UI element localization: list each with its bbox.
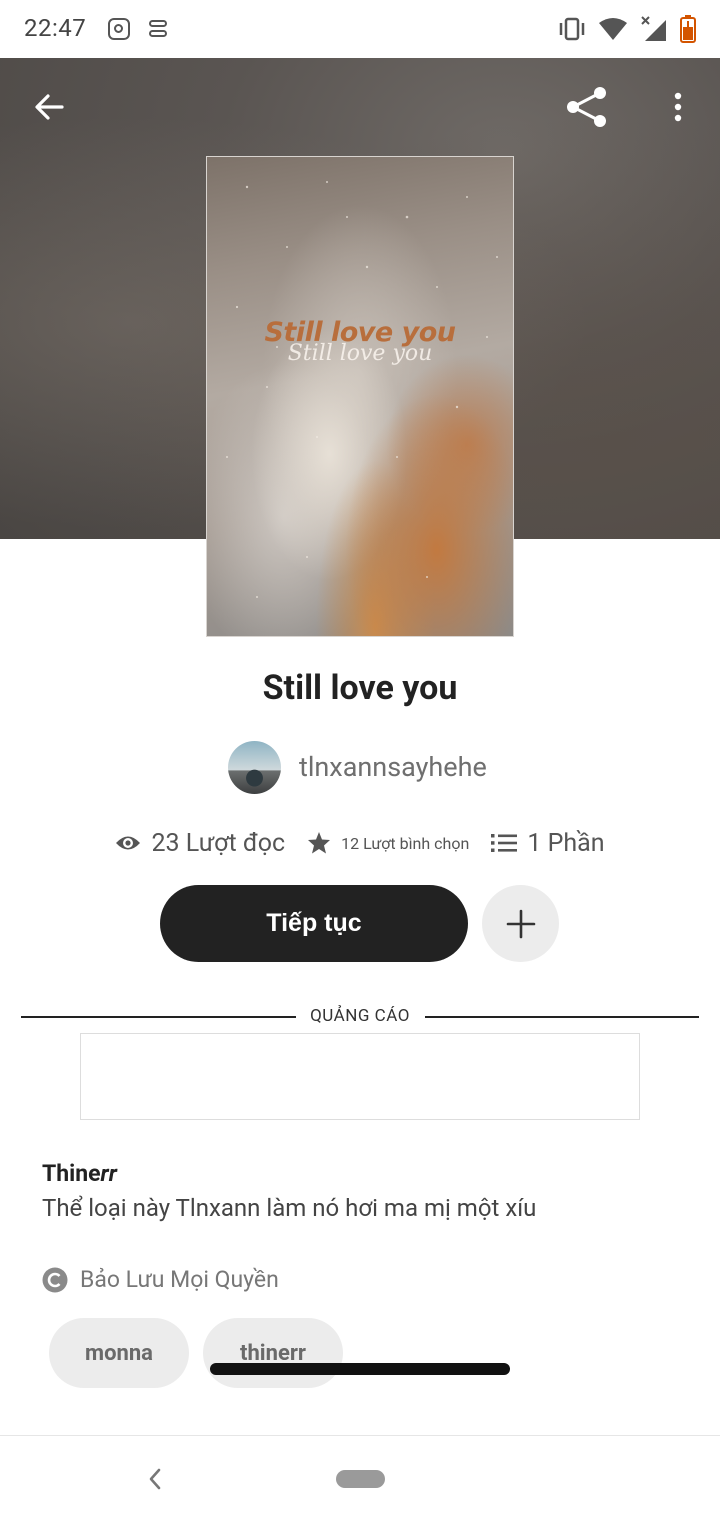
author-avatar[interactable] xyxy=(228,740,281,794)
star-icon xyxy=(308,832,331,854)
back-arrow-icon xyxy=(35,94,64,120)
reads-count: 23 Lượt đọc xyxy=(151,828,286,858)
share-button[interactable] xyxy=(560,80,614,134)
votes-stat: 12 Lượt bình chọn xyxy=(307,831,469,855)
description-title-suffix: rr xyxy=(100,1160,117,1187)
share-icon xyxy=(567,87,606,127)
plus-icon xyxy=(506,909,535,938)
list-icon xyxy=(491,834,518,852)
ad-label: QUẢNG CÁO xyxy=(310,1006,410,1026)
status-time: 22:47 xyxy=(24,14,87,42)
author-name[interactable]: tlnxannsayhehe xyxy=(299,751,487,783)
more-options-button[interactable] xyxy=(656,84,700,130)
copyright-notice: Bảo Lưu Mọi Quyền xyxy=(42,1266,279,1293)
system-back-button[interactable] xyxy=(143,1466,167,1496)
ad-placeholder[interactable] xyxy=(80,1033,640,1120)
description-text: Thể loại này Tlnxann làm nó hơi ma mị mộ… xyxy=(42,1194,537,1222)
story-cover-image[interactable]: Still love you Still love you xyxy=(206,156,514,637)
reads-stat: 23 Lượt đọc xyxy=(115,829,285,858)
votes-count: 12 Lượt bình chọn xyxy=(341,833,470,853)
more-vert-icon xyxy=(674,92,682,122)
tag-monna[interactable]: monna xyxy=(49,1318,189,1388)
story-stats: 23 Lượt đọc 12 Lượt bình chọn 1 Phần xyxy=(0,822,720,864)
status-bar: 22:47 xyxy=(0,0,720,58)
system-nav-bar xyxy=(0,1435,720,1520)
vibrate-icon xyxy=(559,17,585,41)
description-title: Thinerr xyxy=(42,1160,117,1187)
instagram-icon xyxy=(108,18,130,40)
battery-icon xyxy=(680,15,696,43)
cover-subtitle-text: Still love you xyxy=(287,341,433,366)
parts-count[interactable]: 1 Phần xyxy=(527,829,604,858)
chevron-left-icon xyxy=(149,1468,161,1490)
copyright-text: Bảo Lưu Mọi Quyền xyxy=(80,1266,279,1293)
story-title: Still love you xyxy=(262,668,458,708)
signal-icon xyxy=(641,16,666,41)
gesture-bar[interactable] xyxy=(210,1363,510,1375)
eye-icon xyxy=(116,836,141,850)
add-to-library-button[interactable] xyxy=(482,885,559,962)
continue-reading-button[interactable]: Tiếp tục xyxy=(160,885,468,962)
copyright-icon xyxy=(42,1267,68,1292)
system-home-button[interactable] xyxy=(336,1470,385,1488)
back-button[interactable] xyxy=(26,84,72,130)
parts-stat[interactable]: 1 Phần xyxy=(491,829,605,858)
tag-thinerr[interactable]: thinerr xyxy=(203,1318,343,1388)
author-link[interactable]: tlnxannsayhehe xyxy=(228,740,487,794)
cover-stars-decoration xyxy=(226,181,498,598)
status-icons xyxy=(558,14,696,44)
description-title-prefix: Thine xyxy=(42,1160,101,1187)
toggle-icon xyxy=(149,20,167,38)
wifi-icon xyxy=(599,18,627,40)
